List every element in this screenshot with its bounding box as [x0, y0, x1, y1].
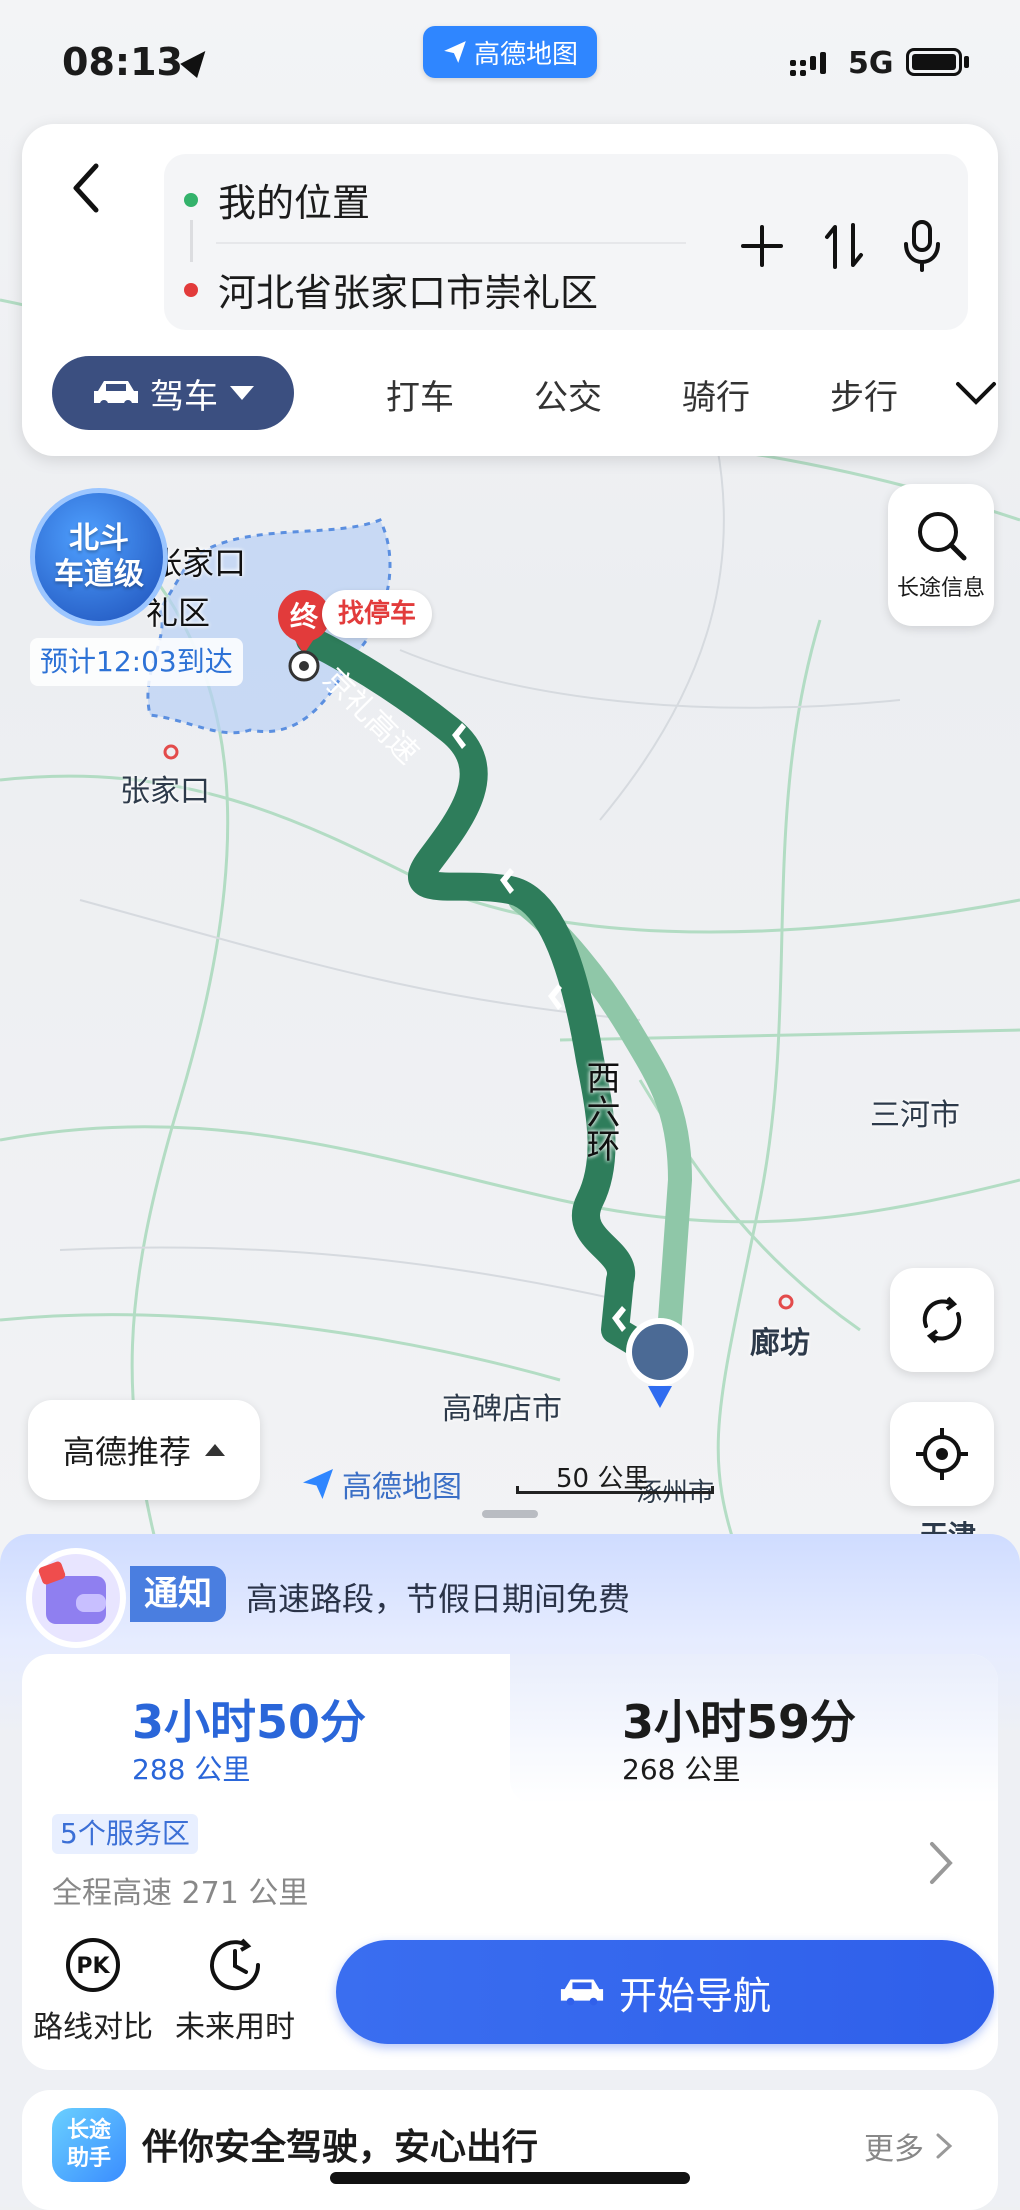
route-2-distance: 268 公里	[622, 1753, 741, 1786]
long-trip-assistant-banner[interactable]: 长途 助手 伴你安全驾驶，安心出行 更多	[22, 2090, 998, 2210]
route-search-card: 我的位置 河北省张家口市崇礼区 驾车 打车 公交 骑行 步行	[22, 124, 998, 456]
destination-text: 河北省张家口市崇礼区	[218, 271, 599, 315]
more-label: 更多	[864, 2132, 924, 2167]
highway-distance: 全程高速 271 公里	[52, 1876, 309, 1911]
assistant-text: 伴你安全驾驶，安心出行	[142, 2127, 539, 2168]
clock-icon	[210, 1938, 261, 1991]
watermark-text: 高德地图	[342, 1470, 462, 1505]
pk-icon: PK	[66, 1938, 120, 1992]
locate-me-button[interactable]	[890, 1402, 994, 1506]
crosshair-icon	[916, 1428, 968, 1480]
place-label: 高碑店市	[442, 1392, 562, 1427]
map-watermark: 高德地图	[300, 1462, 462, 1506]
dest-pin-label: 终	[290, 600, 319, 633]
destination-field[interactable]: 河北省张家口市崇礼区	[184, 262, 598, 317]
car-icon	[94, 381, 138, 408]
travel-mode-tabs: 驾车 打车 公交 骑行 步行	[52, 356, 996, 432]
battery-icon	[906, 48, 962, 76]
route-compare-label: 路线对比	[33, 2010, 153, 2045]
route-inputs: 我的位置 河北省张家口市崇礼区	[164, 154, 968, 330]
divider	[216, 242, 686, 244]
tab-taxi[interactable]: 打车	[386, 370, 454, 419]
app-badge[interactable]: 高德地图	[423, 26, 597, 78]
more-link[interactable]: 更多	[864, 2124, 954, 2168]
route-options-card: 3小时50分 288 公里 3小时59分 268 公里 5个服务区 全程高速 2…	[22, 1654, 998, 2070]
notice-tag: 通知	[130, 1566, 226, 1622]
refresh-icon	[922, 1296, 962, 1344]
refresh-route-button[interactable]	[890, 1268, 994, 1372]
amap-logo-icon	[303, 1469, 333, 1499]
tab-walk[interactable]: 步行	[830, 370, 898, 419]
battery-tip	[964, 56, 969, 68]
route-1-time: 3小时50分	[132, 1695, 367, 1749]
origin-text: 我的位置	[218, 181, 371, 225]
back-arrow-icon[interactable]	[62, 158, 112, 218]
start-navigation-label: 开始导航	[618, 1973, 771, 2018]
service-area-badge: 5个服务区	[52, 1814, 198, 1854]
swap-button[interactable]	[814, 216, 874, 276]
route-1-distance: 288 公里	[132, 1753, 251, 1786]
long-trip-info-button[interactable]: 长途信息	[888, 484, 994, 626]
amap-logo-icon	[444, 41, 466, 63]
status-time: 08:13	[62, 40, 183, 84]
chevron-right-icon	[936, 2133, 953, 2159]
signal-icon	[790, 52, 826, 76]
home-indicator	[330, 2172, 690, 2184]
start-navigation-button[interactable]: 开始导航	[336, 1940, 994, 2044]
future-time-label: 未来用时	[175, 2010, 295, 2045]
map-scale: 50 公里	[516, 1458, 714, 1498]
assistant-icon-line2: 助手	[66, 2146, 111, 2171]
car-icon	[560, 1979, 604, 2006]
svg-text:PK: PK	[76, 1954, 110, 1979]
eta-label: 预计12:03到达	[30, 638, 243, 686]
road-name: 西六环	[580, 1060, 620, 1162]
place-label: 三河市	[870, 1098, 960, 1133]
add-waypoint-button[interactable]	[732, 216, 792, 276]
route-compare-button[interactable]: PK 路线对比	[28, 1936, 158, 2046]
voice-button[interactable]	[892, 216, 952, 276]
tab-transit[interactable]: 公交	[534, 370, 602, 419]
divider	[190, 220, 193, 262]
drag-handle[interactable]	[482, 1510, 538, 1518]
assistant-icon: 长途 助手	[52, 2108, 126, 2182]
destination-dot	[184, 282, 198, 297]
chevron-up-icon	[205, 1444, 225, 1456]
plus-icon	[741, 225, 783, 267]
route-2-time: 3小时59分	[622, 1695, 857, 1749]
app-badge-label: 高德地图	[473, 39, 578, 70]
tab-bike[interactable]: 骑行	[682, 370, 750, 419]
microphone-icon	[904, 220, 940, 272]
scale-bar	[516, 1486, 714, 1494]
chevron-right-icon[interactable]	[926, 1838, 956, 1888]
assistant-icon-line1: 长途	[66, 2118, 111, 2143]
beidou-line1: 北斗	[69, 521, 129, 556]
future-time-button[interactable]: 未来用时	[170, 1936, 300, 2046]
network-type: 5G	[848, 46, 894, 81]
notice-text[interactable]: 高速路段，节假日期间免费	[246, 1574, 630, 1620]
search-icon	[918, 512, 967, 561]
beidou-line2: 车道级	[54, 557, 144, 592]
tab-drive-label: 驾车	[150, 376, 218, 417]
notice-wallet-icon	[26, 1548, 126, 1648]
origin-dot	[184, 192, 198, 207]
route-preference-button[interactable]: 高德推荐	[28, 1400, 260, 1500]
expand-modes-icon[interactable]	[954, 378, 998, 408]
chevron-down-icon	[230, 386, 254, 400]
find-parking-button[interactable]: 找停车	[322, 590, 433, 638]
place-label: 张家口	[120, 774, 210, 809]
tab-drive[interactable]: 驾车	[52, 356, 294, 430]
long-trip-info-label: 长途信息	[896, 576, 985, 601]
beidou-lane-badge[interactable]: 北斗 车道级	[30, 488, 168, 626]
place-label: 廊坊	[750, 1326, 810, 1361]
origin-field[interactable]: 我的位置	[184, 172, 370, 227]
route-preference-label: 高德推荐	[62, 1433, 191, 1471]
swap-icon	[825, 223, 863, 269]
